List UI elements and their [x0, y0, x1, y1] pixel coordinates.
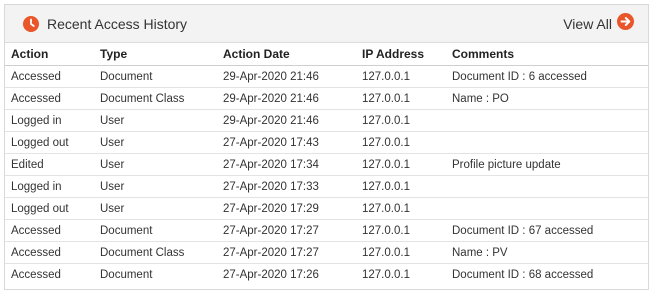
cell-comments: Name : PV [446, 241, 648, 264]
cell-action: Edited [5, 153, 94, 176]
cell-action: Logged in [5, 175, 94, 198]
panel-header: Recent Access History View All [5, 5, 648, 43]
cell-comments [446, 175, 648, 198]
cell-ip-address: 127.0.0.1 [356, 153, 446, 176]
table-row: Accessed Document 27-Apr-2020 17:26 127.… [5, 264, 648, 286]
cell-action: Accessed [5, 219, 94, 242]
cell-action-date: 29-Apr-2020 21:46 [217, 109, 356, 132]
cell-action-date: 27-Apr-2020 17:34 [217, 153, 356, 176]
cell-action-date: 27-Apr-2020 17:26 [223, 268, 319, 281]
cell-ip-address: 127.0.0.1 [356, 87, 446, 110]
cell-action-date: 27-Apr-2020 17:27 [217, 241, 356, 264]
cell-type: Document Class [94, 241, 217, 264]
cell-action: Accessed [5, 65, 94, 88]
cell-type: Document [100, 268, 153, 281]
cell-comments [446, 109, 648, 132]
cell-ip-address: 127.0.0.1 [362, 268, 410, 281]
table-row: Accessed Document Class 27-Apr-2020 17:2… [5, 241, 648, 264]
cell-ip-address: 127.0.0.1 [356, 109, 446, 132]
recent-access-history-panel: Recent Access History View All Action Ty… [4, 4, 649, 290]
cell-comments [446, 197, 648, 220]
table-row: Logged in User 27-Apr-2020 17:33 127.0.0… [5, 175, 648, 198]
cell-ip-address: 127.0.0.1 [356, 131, 446, 154]
cell-action-date: 27-Apr-2020 17:33 [217, 175, 356, 198]
cell-comments: Document ID : 6 accessed [446, 65, 648, 88]
panel-title-group: Recent Access History [23, 15, 188, 32]
cell-comments: Profile picture update [446, 153, 648, 176]
cell-action: Logged in [5, 109, 94, 132]
cell-action: Accessed [11, 268, 61, 281]
cell-type: User [94, 197, 217, 220]
access-history-table: Action Type Action Date IP Address Comme… [5, 43, 648, 285]
cell-comments: Name : PO [446, 87, 648, 110]
cell-type: User [94, 109, 217, 132]
view-all-label[interactable]: View All [563, 16, 612, 32]
cell-comments: Document ID : 67 accessed [446, 219, 648, 242]
table-row: Logged in User 29-Apr-2020 21:46 127.0.0… [5, 109, 648, 132]
cell-type: Document Class [94, 87, 217, 110]
table-row: Accessed Document 27-Apr-2020 17:27 127.… [5, 219, 648, 242]
table-row: Accessed Document Class 29-Apr-2020 21:4… [5, 87, 648, 110]
cell-comments [446, 131, 648, 154]
cell-ip-address: 127.0.0.1 [356, 219, 446, 242]
arrow-circle-right-icon[interactable] [617, 12, 634, 35]
cell-ip-address: 127.0.0.1 [356, 65, 446, 88]
cell-action-date: 29-Apr-2020 21:46 [217, 87, 356, 110]
cell-type: User [94, 175, 217, 198]
cell-type: Document [94, 65, 217, 88]
cell-ip-address: 127.0.0.1 [356, 175, 446, 198]
cell-action-date: 29-Apr-2020 21:46 [217, 65, 356, 88]
column-header-action-date: Action Date [217, 43, 356, 66]
panel-title: Recent Access History [47, 15, 188, 32]
table-row: Edited User 27-Apr-2020 17:34 127.0.0.1 … [5, 153, 648, 176]
cell-action-date: 27-Apr-2020 17:43 [217, 131, 356, 154]
cell-action: Accessed [5, 241, 94, 264]
table-row: Logged out User 27-Apr-2020 17:29 127.0.… [5, 197, 648, 220]
column-header-comments: Comments [446, 43, 648, 66]
cell-type: User [94, 131, 217, 154]
view-all-link[interactable]: View All [563, 12, 634, 35]
cell-type: Document [94, 219, 217, 242]
table-header-row: Action Type Action Date IP Address Comme… [5, 43, 648, 66]
clock-icon [23, 15, 39, 32]
column-header-action: Action [5, 43, 94, 66]
cell-action: Logged out [5, 197, 94, 220]
cell-action-date: 27-Apr-2020 17:27 [217, 219, 356, 242]
cell-action-date: 27-Apr-2020 17:29 [217, 197, 356, 220]
column-header-type: Type [94, 43, 217, 66]
cell-action: Accessed [5, 87, 94, 110]
cell-ip-address: 127.0.0.1 [356, 197, 446, 220]
cell-action: Logged out [5, 131, 94, 154]
table-row: Accessed Document 29-Apr-2020 21:46 127.… [5, 65, 648, 88]
cell-type: User [94, 153, 217, 176]
cell-ip-address: 127.0.0.1 [356, 241, 446, 264]
column-header-ip-address: IP Address [356, 43, 446, 66]
cell-comments: Document ID : 68 accessed [452, 268, 594, 281]
table-row: Logged out User 27-Apr-2020 17:43 127.0.… [5, 131, 648, 154]
